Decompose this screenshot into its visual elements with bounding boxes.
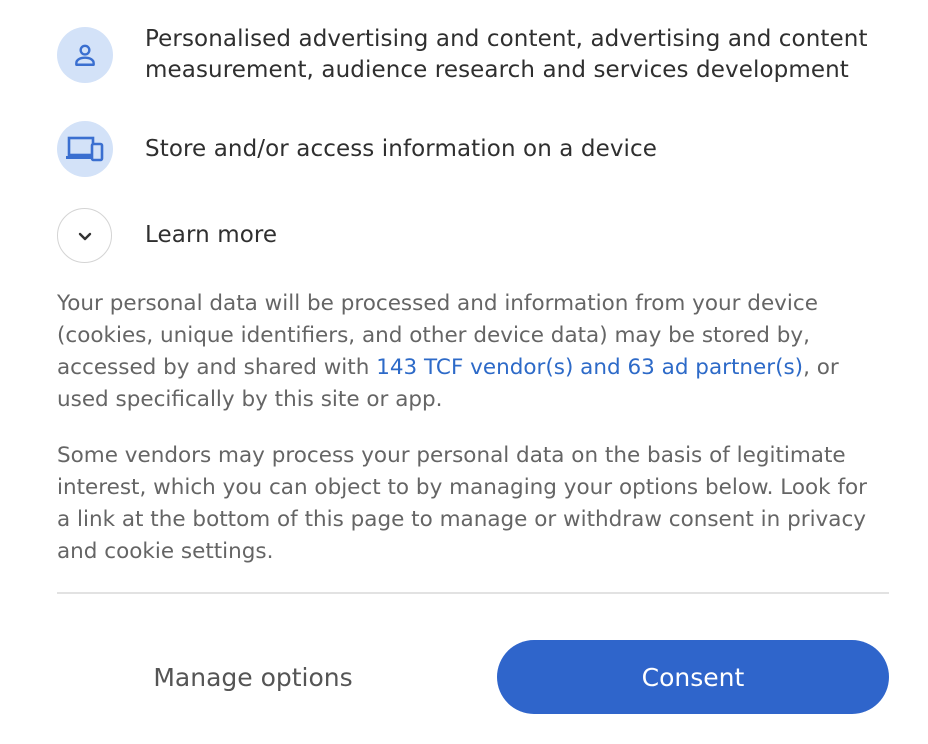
divider [57, 592, 889, 594]
purpose-store-access: Store and/or access information on a dev… [57, 121, 657, 177]
legitimate-interest-paragraph: Some vendors may process your personal d… [57, 443, 868, 564]
manage-options-button[interactable]: Manage options [57, 640, 449, 714]
vendors-link[interactable]: 143 TCF vendor(s) and 63 ad partner(s) [376, 355, 803, 380]
purpose-text: Store and/or access information on a dev… [145, 135, 658, 162]
data-processing-paragraph: Your personal data will be processed and… [57, 288, 887, 416]
person-icon [57, 27, 113, 83]
consent-dialog: Personalised advertising and content, ad… [0, 0, 928, 744]
purpose-text: Personalised advertising and content, ad… [145, 26, 868, 83]
learn-more-toggle[interactable]: Learn more [57, 208, 277, 263]
learn-more-label[interactable]: Learn more [145, 220, 277, 251]
chevron-down-icon[interactable] [57, 208, 112, 263]
purpose-personalised-ads: Personalised advertising and content, ad… [57, 24, 880, 86]
devices-icon [57, 121, 113, 177]
consent-button[interactable]: Consent [497, 640, 889, 714]
